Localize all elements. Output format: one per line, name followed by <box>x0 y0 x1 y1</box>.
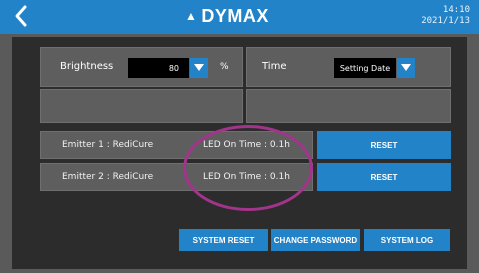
system-log-button[interactable]: SYSTEM LOG <box>364 229 450 251</box>
dropdown-arrow-icon <box>194 64 204 71</box>
dymax-logo: ▲ DYMAX <box>185 6 269 26</box>
logo-mark-icon: ▲ <box>185 9 198 23</box>
led-on-time: LED On Time : 0.1h <box>203 172 290 182</box>
empty-cell-right <box>246 89 451 123</box>
brightness-input[interactable]: 80 <box>128 58 189 78</box>
empty-cell-left <box>40 89 243 123</box>
change-password-button[interactable]: CHANGE PASSWORD <box>271 229 360 251</box>
led-on-time: LED On Time : 0.1h <box>203 140 290 150</box>
emitter-name: Emitter 1 : RediCure <box>62 140 154 150</box>
brightness-label: Brightness <box>60 61 114 72</box>
reset-button[interactable]: RESET <box>317 131 451 159</box>
brightness-unit: % <box>220 62 229 72</box>
time-dropdown-button[interactable] <box>397 58 415 78</box>
time-label: Time <box>262 61 287 72</box>
dropdown-arrow-icon <box>401 64 411 71</box>
clock-time: 14:10 <box>442 5 470 15</box>
clock-date: 2021/1/13 <box>421 16 470 26</box>
logo-text: DYMAX <box>201 5 269 26</box>
system-reset-button[interactable]: SYSTEM RESET <box>179 229 268 251</box>
emitter-name: Emitter 2 : RediCure <box>62 172 154 182</box>
time-setting-date-select[interactable]: Setting Date <box>334 58 396 78</box>
reset-button[interactable]: RESET <box>317 163 451 191</box>
top-bar: ▲ DYMAX 14:10 2021/1/13 <box>0 0 479 34</box>
clock: 14:10 2021/1/13 <box>390 5 470 27</box>
brightness-dropdown-button[interactable] <box>190 58 208 78</box>
chevron-left-icon[interactable] <box>12 4 30 28</box>
